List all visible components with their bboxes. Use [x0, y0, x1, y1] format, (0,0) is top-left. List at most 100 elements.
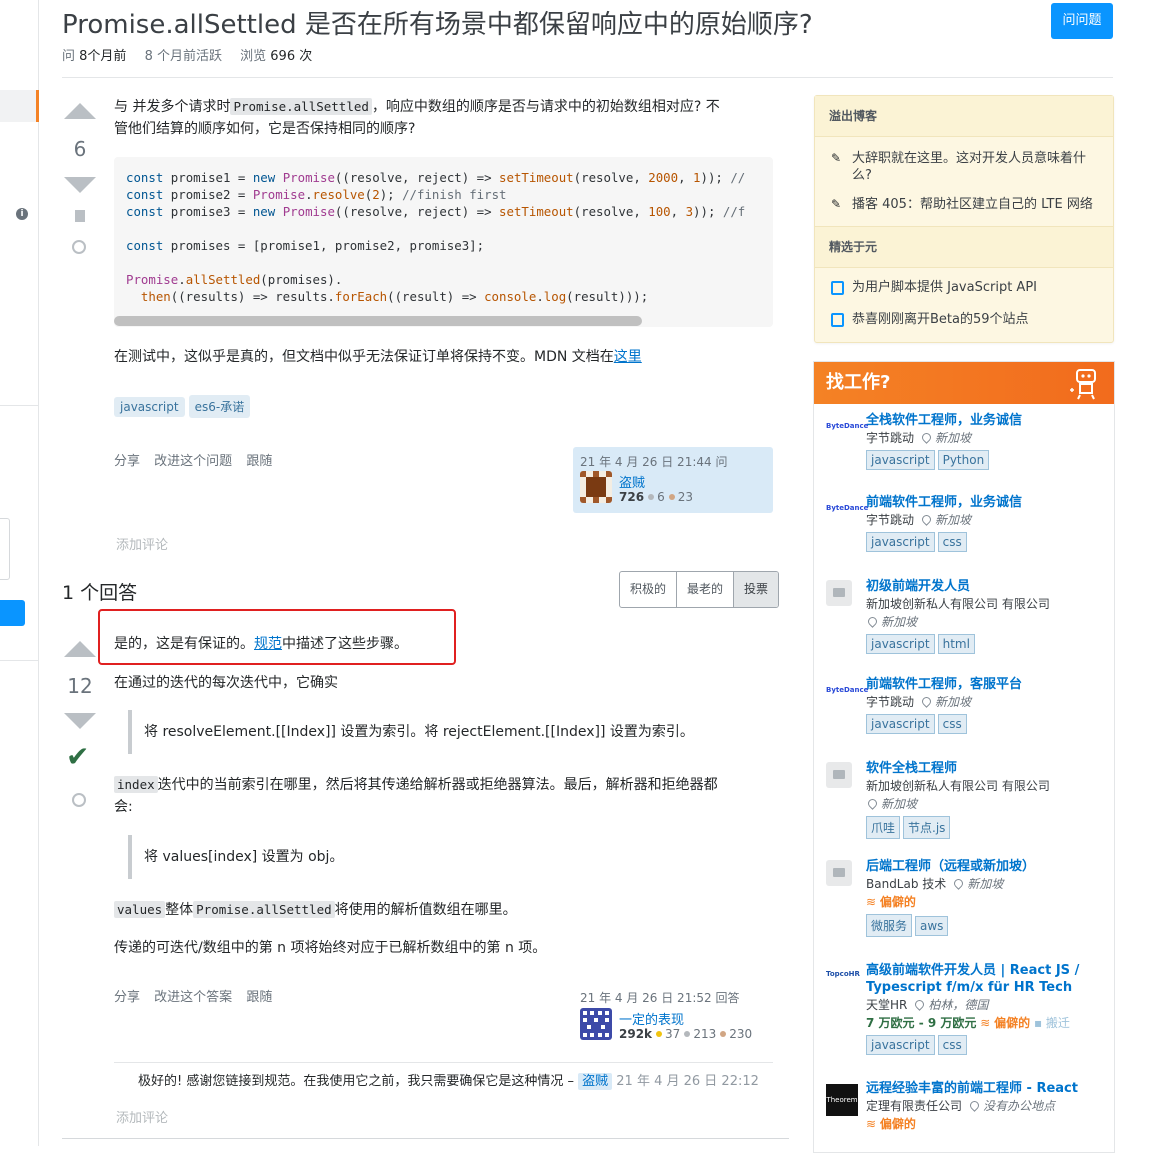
job-tag[interactable]: 爪哇 [866, 816, 901, 839]
location-pin-icon [952, 877, 966, 890]
job-title[interactable]: 全栈软件工程师，业务诚信 [866, 412, 1106, 429]
answerer-avatar[interactable] [580, 1008, 612, 1040]
meta-item[interactable]: 为用户脚本提供 JavaScript API [831, 279, 1093, 296]
job-title[interactable]: 高级前端软件开发人员 | React JS / Typescript f/m/x… [866, 962, 1106, 996]
pencil-icon: ✎ [831, 151, 842, 165]
upvote-icon[interactable] [64, 103, 96, 119]
job-listing[interactable]: 软件全栈工程师 新加坡创新私人有限公司 有限公司 新加坡 爪哇 节点.js [826, 760, 1106, 839]
improve-question-link[interactable]: 改进这个问题 [154, 454, 232, 469]
job-title[interactable]: 前端软件工程师，客服平台 [866, 676, 1106, 693]
comment-user[interactable]: 盗贼 [578, 1073, 613, 1090]
left-nav-active-item[interactable] [0, 90, 39, 122]
job-company-line: BandLab 技术 新加坡 [866, 875, 1106, 893]
job-title[interactable]: 后端工程师（远程或新加坡） [866, 858, 1106, 875]
meta-item[interactable]: 恭喜刚刚离开Beta的59个站点 [831, 311, 1093, 328]
location-pin-icon [920, 695, 933, 708]
answer-upvote-icon[interactable] [64, 641, 96, 657]
answer-share-link[interactable]: 分享 [114, 990, 140, 1005]
job-company: 新加坡创新私人有限公司 有限公司 [866, 779, 1050, 793]
question-title[interactable]: Promise.allSettled 是否在所有场景中都保留响应中的原始顺序? [62, 4, 813, 41]
job-tag[interactable]: Python [937, 450, 990, 470]
job-tag[interactable]: 节点.js [903, 816, 951, 839]
company-logo: Theorem [826, 1084, 858, 1116]
job-listing[interactable]: Theorem 远程经验丰富的前端工程师 - React 定理有限责任公司 没有办公地… [826, 1080, 1106, 1133]
comment-time[interactable]: 21 年 4 月 26 日 22:12 [616, 1074, 759, 1089]
blog-item[interactable]: ✎ 播客 405：帮助社区建立自己的 LTE 网络 [831, 196, 1093, 213]
job-title[interactable]: 远程经验丰富的前端工程师 - React [866, 1080, 1106, 1097]
location-pin-icon [968, 1099, 981, 1112]
answer-follow-link[interactable]: 跟随 [246, 990, 272, 1005]
ask-question-button[interactable]: 问问题 [1051, 3, 1113, 39]
job-listing[interactable]: ByteDance 前端软件工程师，业务诚信 字节跳动 新加坡 javascript cs… [826, 494, 1106, 552]
answer-downvote-icon[interactable] [64, 713, 96, 729]
job-title[interactable]: 软件全栈工程师 [866, 760, 1106, 777]
job-title[interactable]: 前端软件工程师，业务诚信 [866, 494, 1106, 511]
sort-tab-active[interactable]: 积极的 [620, 572, 678, 607]
job-listing[interactable]: ByteDance 全栈软件工程师，业务诚信 字节跳动 新加坡 javascript Py… [826, 412, 1106, 470]
job-extras: ≋ 偏僻的 [866, 895, 916, 909]
job-tag[interactable]: css [937, 532, 967, 552]
job-listing[interactable]: 初级前端开发人员 新加坡创新私人有限公司 有限公司新加坡 javascript htm… [826, 578, 1106, 654]
improve-answer-link[interactable]: 改进这个答案 [154, 990, 232, 1005]
remote-icon: ≋ [980, 1016, 995, 1030]
answer-quote1: 将 resolveElement.[[Index]] 设置为索引。将 rejec… [128, 710, 694, 754]
bookmark-icon[interactable] [75, 210, 85, 222]
job-listing[interactable]: ByteDance 前端软件工程师，客服平台 字节跳动 新加坡 javascript cs… [826, 676, 1106, 734]
left-nav-box [0, 518, 10, 580]
share-link[interactable]: 分享 [114, 454, 140, 469]
answerer-name[interactable]: 一定的表现 [619, 1009, 684, 1028]
job-extras: 7 万欧元 - 9 万欧元 ≋ 偏僻的 ▪ 搬迁 [866, 1016, 1070, 1030]
answers-header: 1 个回答 [62, 582, 138, 604]
job-company: 字节跳动 [866, 695, 915, 709]
job-tag[interactable]: aws [915, 916, 949, 936]
history-icon[interactable] [72, 240, 86, 254]
question-body: 与 并发多个请求时 Promise.allSettled ，响应中数组的顺序是否与请… [114, 98, 720, 137]
job-tag[interactable]: javascript [866, 532, 935, 552]
tag-javascript[interactable]: javascript [114, 397, 185, 417]
follow-link[interactable]: 跟随 [246, 454, 272, 469]
accepted-check-icon: ✔ [66, 740, 90, 773]
job-tag[interactable]: javascript [866, 634, 935, 654]
asked-time: 21 年 4 月 26 日 21:44 问 [580, 455, 728, 469]
job-tag[interactable]: css [937, 1035, 967, 1055]
answer-paragraph5: 传递的可迭代/数组中的第 n 项将始终对应于已解析数组中的第 n 项。 [114, 940, 547, 956]
job-tag[interactable]: javascript [866, 714, 935, 734]
mdn-link[interactable]: 这里 [614, 349, 642, 365]
job-location: 新加坡 [967, 877, 1004, 891]
gold-badge-icon [656, 1031, 663, 1037]
job-tag[interactable]: javascript [866, 450, 935, 470]
job-location: 新加坡 [935, 513, 972, 527]
user-avatar[interactable] [580, 471, 612, 503]
job-company: 新加坡创新私人有限公司 有限公司 [866, 597, 1050, 611]
blog-item[interactable]: ✎ 大辞职就在这里。这对开发人员意味着什么? [831, 150, 1093, 184]
job-company-line: 天堂HR 柏林，德国 [866, 996, 1106, 1014]
answer-line2: 在通过的迭代的每次迭代中，它确实 [114, 675, 338, 691]
job-tag[interactable]: 微服务 [866, 914, 913, 937]
truck-icon: ▪ [1033, 1016, 1046, 1030]
code-scrollbar[interactable] [114, 316, 642, 326]
job-listing[interactable]: 后端工程师（远程或新加坡） BandLab 技术 新加坡 ≋ 偏僻的 微服务 aws [826, 858, 1106, 937]
question-vote-count: 6 [73, 137, 87, 161]
sort-tab-votes[interactable]: 投票 [734, 572, 779, 607]
left-nav-button[interactable] [0, 600, 25, 626]
question-add-comment[interactable]: 添加评论 [116, 534, 168, 553]
job-tag[interactable]: html [937, 634, 975, 654]
bottom-divider [62, 1138, 789, 1139]
job-location: 柏林，德国 [928, 998, 989, 1012]
overflow-blog-widget: 溢出博客 ✎ 大辞职就在这里。这对开发人员意味着什么? ✎ 播客 405：帮助社区建… [814, 95, 1114, 343]
job-tag[interactable]: css [937, 714, 967, 734]
job-listing[interactable]: TopcoHR 高级前端软件开发人员 | React JS / Typescrip… [826, 962, 1106, 1055]
tag-es6-promise[interactable]: es6-承诺 [188, 395, 251, 418]
job-location: 新加坡 [881, 615, 918, 629]
answer-history-icon[interactable] [72, 793, 86, 807]
answer-add-comment[interactable]: 添加评论 [116, 1107, 168, 1126]
answer-comment: 极好的! 感谢您链接到规范。在我使用它之前，我只需要确保它是这种情况 – 盗贼 … [138, 1070, 759, 1090]
asker-name[interactable]: 盗贼 [619, 472, 645, 491]
downvote-icon[interactable] [64, 177, 96, 193]
job-tag[interactable]: javascript [866, 1035, 935, 1055]
info-icon[interactable]: i [16, 208, 28, 220]
sort-tab-oldest[interactable]: 最老的 [677, 572, 735, 607]
company-logo: TopcoHR [826, 970, 860, 978]
job-title[interactable]: 初级前端开发人员 [866, 578, 1106, 595]
spec-link[interactable]: 规范 [254, 636, 282, 652]
